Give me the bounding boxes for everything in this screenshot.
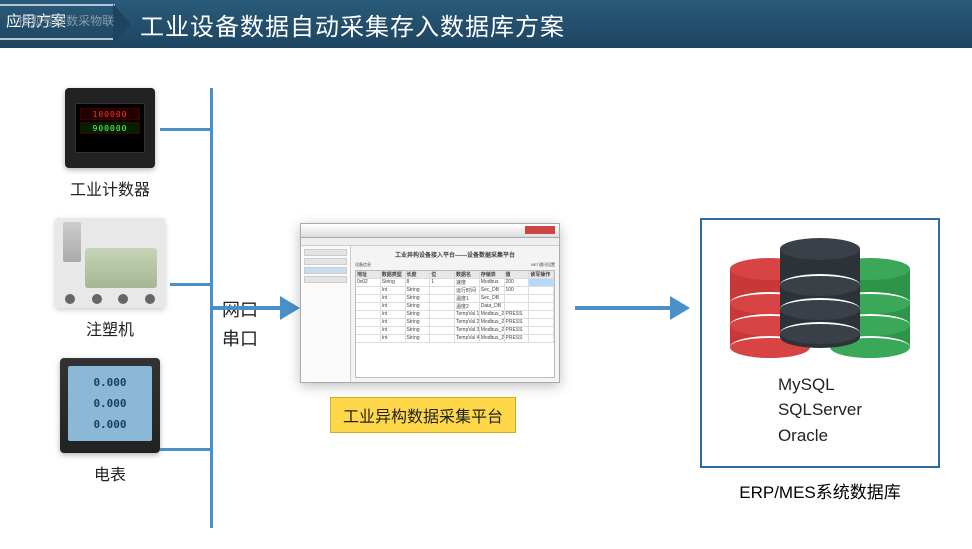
molding-machine-icon xyxy=(55,218,165,308)
device-molding: 注塑机 xyxy=(40,218,180,340)
device-column: 100000 900000 工业计数器 注塑机 0.000 0.000 0.00… xyxy=(40,88,180,503)
header-bar: 应用方案 工业设备数据自动采集存入数据库方案 xyxy=(0,0,972,48)
platform-label: 工业异构数据采集平台 xyxy=(330,397,516,433)
connector-counter xyxy=(160,128,210,131)
molding-label: 注塑机 xyxy=(86,316,134,340)
counter-display-1: 100000 xyxy=(80,108,140,120)
watermark-text: 搜狐号@数采物联 xyxy=(18,12,114,29)
db-mysql: MySQL xyxy=(778,372,862,398)
arrow-to-platform xyxy=(210,306,300,310)
app-data-table: 地址数据类型长度位数据名存储表值读写操作0x02String81速度Modbus… xyxy=(355,270,555,378)
platform-box: 工业异构设备接入平台——设备数据采集平台 设备信息NET通讯设置 地址数据类型长… xyxy=(300,223,560,418)
db-sqlserver: SQLServer xyxy=(778,397,862,423)
platform-app-window: 工业异构设备接入平台——设备数据采集平台 设备信息NET通讯设置 地址数据类型长… xyxy=(300,223,560,383)
app-heading: 工业异构设备接入平台——设备数据采集平台 xyxy=(355,250,555,259)
device-counter: 100000 900000 工业计数器 xyxy=(40,88,180,200)
connector-molding xyxy=(170,283,210,286)
architecture-diagram: 100000 900000 工业计数器 注塑机 0.000 0.000 0.00… xyxy=(0,48,972,549)
device-meter: 0.000 0.000 0.000 电表 xyxy=(40,358,180,485)
app-menu xyxy=(301,238,559,246)
counter-icon: 100000 900000 xyxy=(65,88,155,168)
port-serial-label: 串口 xyxy=(222,325,258,354)
arrow-to-database xyxy=(575,306,690,310)
database-cylinder-dark xyxy=(780,238,860,348)
app-sidebar xyxy=(301,246,351,382)
counter-label: 工业计数器 xyxy=(70,176,150,200)
database-names: MySQL SQLServer Oracle xyxy=(778,372,862,449)
port-ethernet-label: 网口 xyxy=(222,296,258,325)
app-titlebar xyxy=(301,224,559,238)
database-box: MySQL SQLServer Oracle ERP/MES系统数据库 xyxy=(700,218,940,508)
power-meter-icon: 0.000 0.000 0.000 xyxy=(60,358,160,453)
database-label: ERP/MES系统数据库 xyxy=(700,478,940,503)
database-icon-group xyxy=(730,238,910,358)
connection-labels: 网口 串口 xyxy=(222,296,258,354)
meter-label: 电表 xyxy=(94,461,126,485)
connector-meter xyxy=(160,448,210,451)
counter-display-2: 900000 xyxy=(80,122,140,134)
page-title: 工业设备数据自动采集存入数据库方案 xyxy=(140,7,565,42)
db-oracle: Oracle xyxy=(778,423,862,449)
